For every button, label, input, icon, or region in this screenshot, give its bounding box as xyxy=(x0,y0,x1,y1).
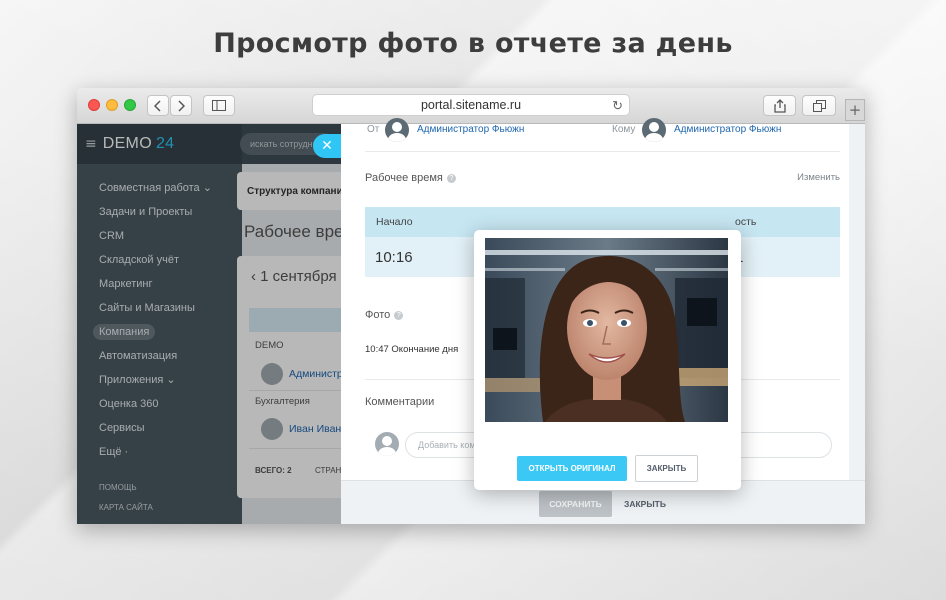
worktime-label: Рабочее время? xyxy=(365,172,456,184)
portrait-photo xyxy=(485,238,728,422)
tabs-icon xyxy=(812,99,826,112)
maximize-window-button[interactable] xyxy=(124,99,136,111)
share-button[interactable] xyxy=(763,95,796,116)
to-label: Кому xyxy=(612,124,636,135)
overlay-dim xyxy=(77,124,341,524)
comments-label: Комментарии xyxy=(365,396,435,408)
forward-button[interactable] xyxy=(170,95,192,116)
photo-viewer-popup: ОТКРЫТЬ ОРИГИНАЛ ЗАКРЫТЬ xyxy=(474,230,741,490)
divider xyxy=(365,151,840,152)
from-avatar xyxy=(385,118,409,142)
browser-toolbar: portal.sitename.ru ↻ xyxy=(77,88,865,124)
from-label: От xyxy=(367,124,380,135)
headline: Просмотр фото в отчете за день xyxy=(213,28,733,59)
photo-label-text: Фото xyxy=(365,309,391,321)
start-header: Начало xyxy=(376,216,413,228)
photo-label: Фото? xyxy=(365,309,404,321)
url-text: portal.sitename.ru xyxy=(420,98,522,112)
photo-entry-link[interactable]: 10:47 Окончание дня xyxy=(365,344,458,355)
minimize-window-button[interactable] xyxy=(106,99,118,111)
save-button[interactable]: СОХРАНИТЬ xyxy=(539,491,612,517)
chevron-left-icon xyxy=(154,99,161,112)
share-icon xyxy=(773,98,786,113)
duration-header: ость xyxy=(735,216,757,228)
close-icon: ✕ xyxy=(321,138,333,154)
portal-page: ≡ DEMO 24 Совместная работа ⌄ Задачи и Пр… xyxy=(77,118,865,524)
sidebar-toggle-button[interactable] xyxy=(203,95,235,116)
reload-icon[interactable]: ↻ xyxy=(612,98,623,114)
open-original-button[interactable]: ОТКРЫТЬ ОРИГИНАЛ xyxy=(517,456,627,481)
help-icon[interactable]: ? xyxy=(446,173,456,183)
back-button[interactable] xyxy=(147,95,169,116)
report-photo[interactable] xyxy=(485,238,728,422)
address-bar[interactable]: portal.sitename.ru ↻ xyxy=(312,94,630,116)
browser-window: portal.sitename.ru ↻ + ≡ DEMO 24 Совместн… xyxy=(77,88,865,524)
close-window-button[interactable] xyxy=(88,99,100,111)
new-tab-button[interactable]: + xyxy=(845,99,865,121)
close-slider-button[interactable]: ✕ xyxy=(313,134,341,158)
to-user-link[interactable]: Администратор Фьюжн xyxy=(674,124,781,135)
change-link[interactable]: Изменить xyxy=(797,172,840,183)
tabs-button[interactable] xyxy=(802,95,836,116)
popup-close-button[interactable]: ЗАКРЫТЬ xyxy=(635,455,698,482)
to-avatar xyxy=(642,118,666,142)
start-value: 10:16 xyxy=(375,249,413,266)
sidebar-icon xyxy=(212,100,226,111)
close-button[interactable]: ЗАКРЫТЬ xyxy=(624,491,666,517)
worktime-label-text: Рабочее время xyxy=(365,172,443,184)
from-user-link[interactable]: Администратор Фьюжн xyxy=(417,124,524,135)
chevron-right-icon xyxy=(178,99,185,112)
help-icon[interactable]: ? xyxy=(394,310,404,320)
from-to-row: От Администратор Фьюжн Кому Администрато… xyxy=(365,118,840,150)
avatar xyxy=(375,432,399,456)
